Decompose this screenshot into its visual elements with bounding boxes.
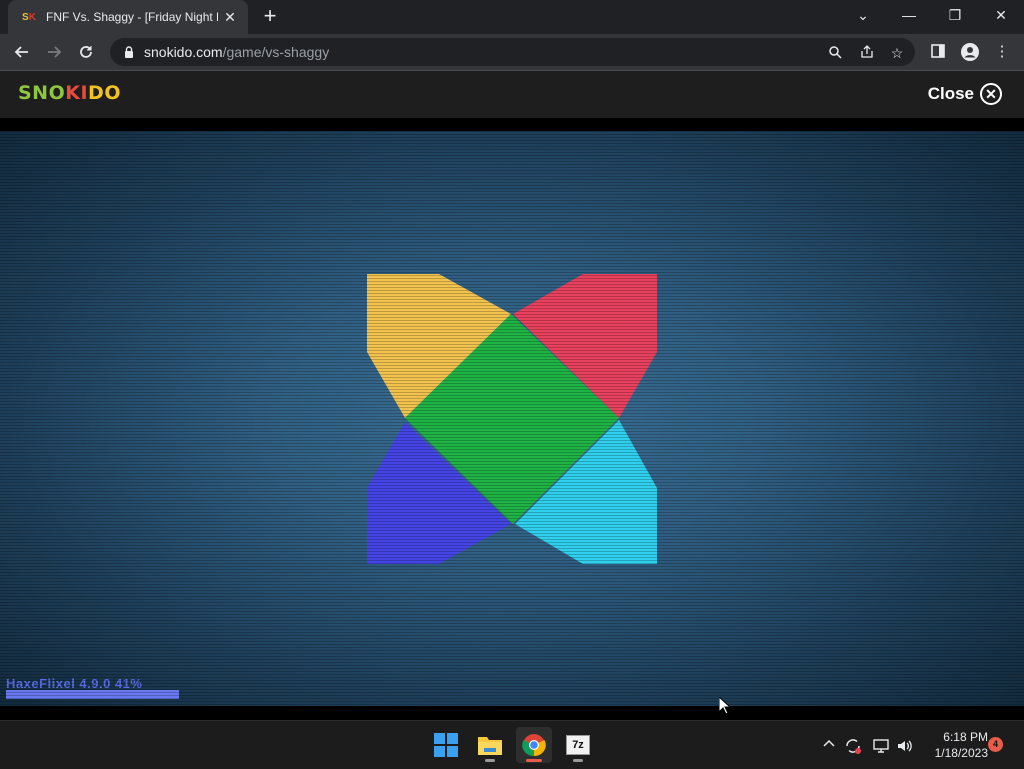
url-domain: snokido.com [144, 44, 223, 60]
file-explorer-button[interactable] [472, 727, 508, 763]
menu-kebab-icon[interactable]: ⋮ [993, 43, 1011, 61]
bookmark-star-icon[interactable]: ☆ [889, 45, 905, 61]
network-icon[interactable] [872, 737, 890, 755]
close-game-button[interactable]: Close ✕ [928, 83, 1002, 105]
haxeflixel-logo [367, 274, 657, 564]
tab-search-button[interactable]: ⌄ [840, 0, 886, 30]
windows-taskbar: 7z 6:18 PM 1/18/2023 4 [0, 720, 1024, 769]
running-indicator [573, 759, 583, 762]
site-header: SNOKIDO Close ✕ [0, 71, 1024, 118]
mouse-cursor-icon [719, 697, 731, 715]
restore-button[interactable]: ❐ [932, 0, 978, 30]
reload-button[interactable] [74, 40, 98, 64]
active-indicator [526, 759, 542, 762]
back-button[interactable] [10, 40, 34, 64]
minimize-button[interactable]: — [886, 0, 932, 30]
back-arrow-icon [14, 46, 28, 58]
close-label: Close [927, 84, 974, 103]
window-close-button[interactable]: ✕ [978, 0, 1024, 30]
forward-arrow-icon [48, 46, 62, 58]
new-tab-button[interactable]: + [258, 5, 282, 29]
tab-strip: SK FNF Vs. Shaggy - [Friday Night Fu ✕ +… [0, 0, 1024, 34]
show-hidden-icons-chevron-icon[interactable] [820, 737, 838, 755]
address-bar[interactable]: snokido.com/game/vs-shaggy ☆ [110, 38, 915, 66]
close-circle-icon: ✕ [980, 83, 1002, 105]
clock-time: 6:18 PM [943, 730, 988, 744]
browser-toolbar: snokido.com/game/vs-shaggy ☆ ⋮ [0, 34, 1024, 71]
snokido-logo[interactable]: SNOKIDO [18, 82, 121, 104]
logo-part-2: KI [65, 82, 89, 104]
forward-button[interactable] [42, 40, 66, 64]
system-clock[interactable]: 6:18 PM 1/18/2023 [922, 729, 988, 761]
browser-tab[interactable]: SK FNF Vs. Shaggy - [Friday Night Fu ✕ [8, 0, 248, 34]
zoom-search-icon[interactable] [827, 45, 843, 61]
sync-icon[interactable] [844, 737, 862, 755]
loader-progress-bar [6, 690, 428, 699]
7zip-icon: 7z [566, 735, 590, 755]
reload-icon [80, 46, 92, 58]
tab-close-icon[interactable]: ✕ [222, 9, 238, 26]
chrome-icon [522, 734, 546, 757]
notification-badge[interactable]: 4 [988, 737, 1003, 752]
volume-icon[interactable] [896, 737, 914, 755]
logo-part-3: DO [88, 82, 121, 104]
url-text: snokido.com/game/vs-shaggy [144, 44, 329, 60]
loader-progress-fill [6, 690, 180, 699]
running-indicator [485, 759, 495, 762]
loader-text: HaxeFlixel 4.9.0 41% [6, 676, 143, 691]
7zip-button[interactable]: 7z [560, 727, 596, 763]
side-panel-icon[interactable] [929, 43, 947, 61]
clock-date: 1/18/2023 [934, 746, 988, 760]
url-path: /game/vs-shaggy [222, 44, 330, 60]
logo-part-1: SNO [18, 82, 66, 104]
profile-icon[interactable] [961, 43, 979, 61]
windows-logo-icon [434, 733, 458, 757]
folder-icon [478, 737, 502, 755]
lock-icon [125, 46, 133, 58]
snokido-favicon-icon: SK [22, 11, 36, 23]
share-icon[interactable] [859, 45, 875, 61]
chrome-button[interactable] [516, 727, 552, 763]
game-canvas[interactable]: HaxeFlixel 4.9.0 41% [0, 131, 1024, 706]
tab-title: FNF Vs. Shaggy - [Friday Night Fu [46, 10, 218, 24]
start-button[interactable] [428, 727, 464, 763]
